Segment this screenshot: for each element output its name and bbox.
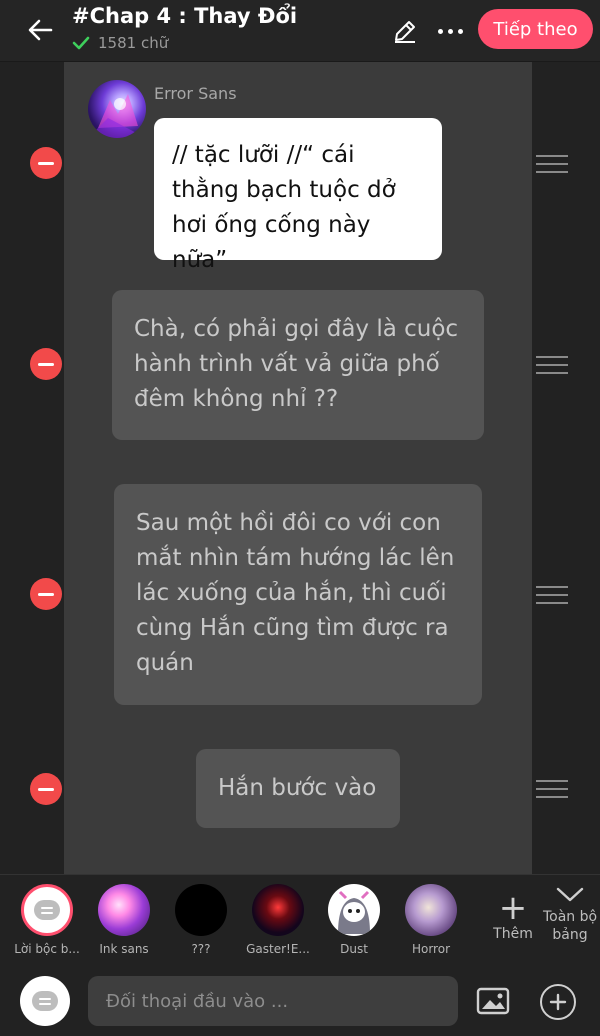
drag-handle[interactable] xyxy=(536,586,568,604)
remove-message-button[interactable] xyxy=(30,773,62,805)
add-character-label: Thêm xyxy=(493,926,533,942)
character-avatar xyxy=(405,884,457,936)
minus-icon xyxy=(38,592,54,596)
character-label: Horror xyxy=(411,942,451,956)
remove-message-button[interactable] xyxy=(30,578,62,610)
character-ink-sans[interactable]: Ink sans xyxy=(88,884,160,956)
character-label: Gaster!E... xyxy=(246,942,310,956)
remove-message-button[interactable] xyxy=(30,147,62,179)
back-button[interactable] xyxy=(20,12,60,48)
drag-handle[interactable] xyxy=(536,780,568,798)
edit-button[interactable] xyxy=(390,16,420,46)
chat-bubble-icon xyxy=(32,991,58,1011)
next-button[interactable]: Tiếp theo xyxy=(478,9,593,49)
plus-icon: + xyxy=(498,888,528,928)
add-character-button[interactable]: + Thêm xyxy=(486,890,540,942)
chapter-title: #Chap 4 : Thay Đổi xyxy=(72,4,298,28)
minus-icon xyxy=(38,161,54,165)
chevron-down-icon xyxy=(556,887,584,902)
character-gaster-error[interactable]: Gaster!E... xyxy=(242,884,314,956)
more-icon-dot xyxy=(437,28,443,34)
pencil-icon xyxy=(395,21,415,43)
minus-icon xyxy=(38,787,54,791)
speaker-avatar xyxy=(88,80,146,138)
full-board-label: Toàn bộ bảng xyxy=(542,909,598,943)
speaker-name: Error Sans xyxy=(154,84,237,103)
character-narrator[interactable]: Lời bộc b... xyxy=(11,884,83,956)
character-avatar xyxy=(175,884,227,936)
narrator-avatar xyxy=(21,884,73,936)
drag-handle[interactable] xyxy=(536,155,568,173)
more-options-button[interactable] xyxy=(432,16,468,46)
editor-header: #Chap 4 : Thay Đổi 1581 chữ Tiếp theo xyxy=(0,0,600,62)
character-label: Dust xyxy=(340,942,368,956)
dialogue-input[interactable] xyxy=(88,976,458,1026)
minus-icon xyxy=(38,362,54,366)
back-arrow-icon xyxy=(28,19,53,41)
character-avatar xyxy=(328,884,380,936)
dialogue-bubble[interactable]: // tặc lưỡi //“ cái thằng bạch tuộc dở h… xyxy=(154,118,442,273)
character-label: ??? xyxy=(191,942,211,956)
more-icon-dot xyxy=(447,28,453,34)
more-icon-dot xyxy=(457,28,463,34)
add-content-button[interactable] xyxy=(540,984,576,1020)
character-horror[interactable]: Horror xyxy=(395,884,467,956)
full-board-button[interactable]: Toàn bộ bảng xyxy=(538,886,600,944)
image-icon xyxy=(476,987,510,1015)
chat-bubble-icon xyxy=(34,900,60,920)
character-avatar xyxy=(98,884,150,936)
character-label: Lời bộc b... xyxy=(14,942,80,956)
check-icon xyxy=(72,36,90,50)
character-label: Ink sans xyxy=(99,942,149,956)
remove-message-button[interactable] xyxy=(30,348,62,380)
word-count: 1581 chữ xyxy=(72,34,168,52)
character-dust[interactable]: Dust xyxy=(318,884,390,956)
plus-circle-icon xyxy=(549,993,567,1011)
narration-bubble[interactable]: Hắn bước vào xyxy=(196,749,400,828)
drag-handle[interactable] xyxy=(536,356,568,374)
character-unknown[interactable]: ??? xyxy=(165,884,237,956)
current-speaker-avatar[interactable] xyxy=(20,976,70,1026)
word-count-label: 1581 chữ xyxy=(98,34,169,52)
narration-bubble[interactable]: Sau một hồi đôi co với con mắt nhìn tám … xyxy=(114,484,482,705)
character-avatar xyxy=(252,884,304,936)
narration-bubble[interactable]: Chà, có phải gọi đây là cuộc hành trình … xyxy=(112,290,484,440)
insert-image-button[interactable] xyxy=(476,986,510,1016)
